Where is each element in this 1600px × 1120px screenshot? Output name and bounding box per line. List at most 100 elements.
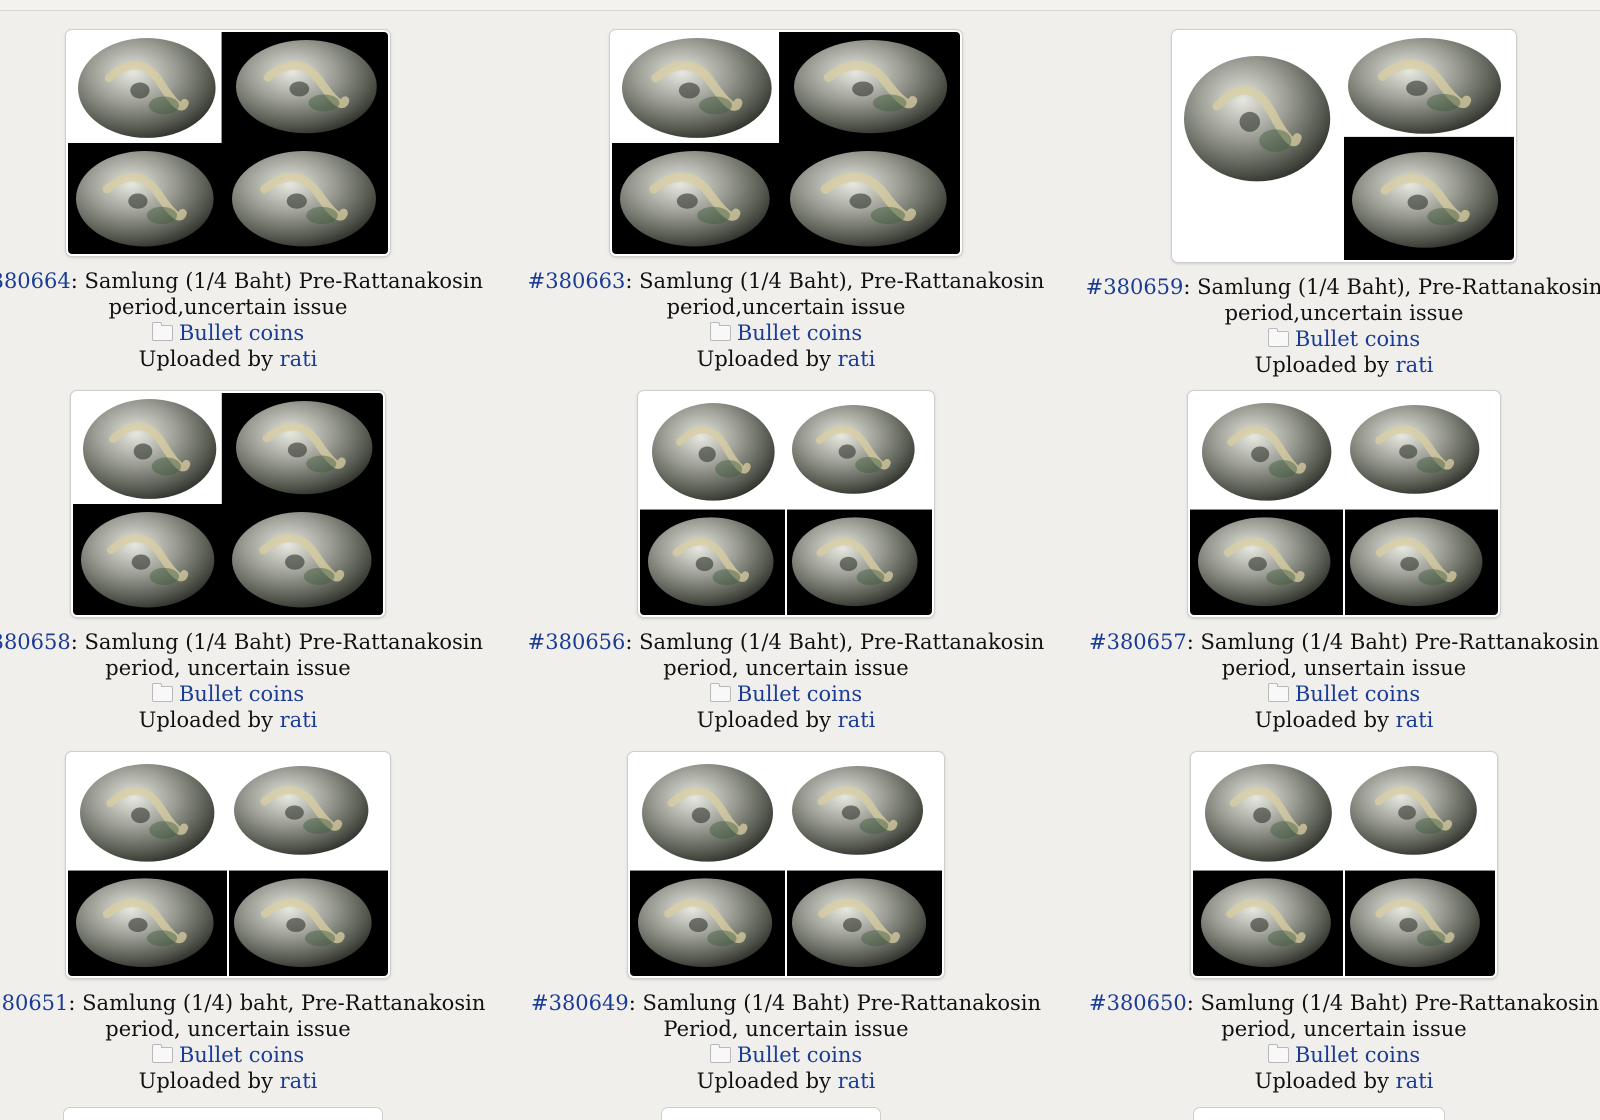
uploader-link[interactable]: rati: [1396, 708, 1434, 732]
folder-icon: [151, 322, 173, 341]
coin-patina: [1267, 930, 1297, 947]
uploader-link[interactable]: rati: [1396, 353, 1434, 377]
coin-patina: [1270, 821, 1299, 839]
coin-photo: [1190, 393, 1498, 615]
item-id-link[interactable]: #380658: [0, 630, 71, 654]
album-link[interactable]: Bullet coins: [179, 1043, 304, 1067]
thumbnail-grid: #380664: Samlung (1/4 Baht) Pre-Rattanak…: [0, 0, 1600, 1120]
thumbnail-link[interactable]: [66, 752, 390, 978]
coin-punch: [1239, 111, 1261, 132]
item-id-link[interactable]: #380651: [0, 991, 68, 1015]
coin-patina: [306, 455, 337, 473]
thumbnail-link[interactable]: [71, 391, 385, 617]
uploader-row: Uploaded by rati: [1084, 1068, 1600, 1094]
folder-icon: [151, 1044, 173, 1063]
uploader-row: Uploaded by rati: [1084, 352, 1600, 378]
caption-separator: :: [1186, 630, 1201, 654]
item-id-link[interactable]: #380656: [528, 630, 626, 654]
uploaded-by-label: Uploaded by: [696, 708, 831, 732]
album-link[interactable]: Bullet coins: [1295, 1043, 1420, 1067]
item-caption: #380663: Samlung (1/4 Baht), Pre-Rattana…: [526, 268, 1046, 320]
item-caption: #380658: Samlung (1/4 Baht) Pre-Rattanak…: [0, 629, 488, 681]
next-row-thumbnail[interactable]: [64, 1108, 382, 1120]
coin-patina: [709, 821, 739, 839]
uploader-link[interactable]: rati: [838, 347, 876, 371]
album-row: Bullet coins: [526, 681, 1046, 707]
coin-photo: [612, 32, 960, 254]
coin-punch: [1407, 194, 1429, 210]
gallery-item: #380658: Samlung (1/4 Baht) Pre-Rattanak…: [0, 391, 488, 733]
coin-patina: [1268, 460, 1298, 478]
item-id-link[interactable]: #380659: [1086, 275, 1184, 299]
gallery-item: #380656: Samlung (1/4 Baht), Pre-Rattana…: [526, 391, 1046, 733]
thumbnail-link[interactable]: [610, 30, 962, 256]
coin-punch: [688, 917, 708, 933]
coin-punch: [691, 807, 711, 824]
album-row: Bullet coins: [526, 1042, 1046, 1068]
album-link[interactable]: Bullet coins: [737, 321, 862, 345]
coin-punch: [695, 556, 714, 572]
thumbnail-link[interactable]: [66, 30, 390, 256]
item-title: Samlung (1/4 Baht), Pre-Rattanakosin per…: [1197, 275, 1600, 325]
coin-punch: [1250, 917, 1269, 933]
thumbnail-link[interactable]: [628, 752, 944, 978]
coin-photo: [73, 393, 383, 615]
folder-icon: [1267, 328, 1289, 347]
thumbnail-link[interactable]: [1188, 391, 1500, 617]
thumbnail-link[interactable]: [638, 391, 934, 617]
item-id-link[interactable]: #380664: [0, 269, 71, 293]
item-caption: #380649: Samlung (1/4 Baht) Pre-Rattanak…: [526, 990, 1046, 1042]
coin-punch: [841, 805, 861, 820]
coin-punch: [130, 82, 150, 99]
coin-patina: [146, 206, 178, 225]
uploader-link[interactable]: rati: [838, 1069, 876, 1093]
caption-separator: :: [70, 630, 85, 654]
coin-punch: [128, 917, 148, 933]
coin-punch: [1398, 805, 1416, 820]
album-link[interactable]: Bullet coins: [737, 1043, 862, 1067]
coin-patina: [303, 567, 335, 586]
coin-patina: [304, 930, 336, 947]
next-row-thumbnail[interactable]: [1194, 1108, 1444, 1120]
album-link[interactable]: Bullet coins: [737, 682, 862, 706]
coin-photo: [68, 32, 388, 254]
caption-separator: :: [625, 269, 640, 293]
coin-patina: [303, 817, 333, 834]
coin-patina: [855, 456, 883, 473]
uploader-link[interactable]: rati: [280, 347, 318, 371]
uploader-row: Uploaded by rati: [0, 346, 488, 372]
item-id-link[interactable]: #380657: [1089, 630, 1187, 654]
coin-photo: [640, 393, 932, 615]
folder-icon: [1267, 1044, 1289, 1063]
uploaded-by-label: Uploaded by: [138, 347, 273, 371]
album-row: Bullet coins: [1084, 1042, 1600, 1068]
next-row-thumbnail[interactable]: [662, 1108, 880, 1120]
coin-punch: [133, 443, 153, 460]
uploader-row: Uploaded by rati: [0, 1068, 488, 1094]
item-caption: #380650: Samlung (1/4 Baht) Pre-Rattanak…: [1084, 990, 1600, 1042]
uploader-link[interactable]: rati: [1396, 1069, 1434, 1093]
coin-punch: [1251, 446, 1270, 463]
uploader-row: Uploaded by rati: [526, 1068, 1046, 1094]
coin-punch: [849, 193, 872, 209]
coin-patina: [1416, 930, 1446, 947]
coin-punch: [1399, 917, 1418, 933]
gallery-item: #380649: Samlung (1/4 Baht) Pre-Rattanak…: [526, 752, 1046, 1094]
item-id-link[interactable]: #380649: [531, 991, 629, 1015]
item-id-link[interactable]: #380650: [1089, 991, 1187, 1015]
item-id-link[interactable]: #380663: [528, 269, 626, 293]
album-link[interactable]: Bullet coins: [1295, 682, 1420, 706]
gallery-item: #380663: Samlung (1/4 Baht), Pre-Rattana…: [526, 30, 1046, 372]
item-caption: #380651: Samlung (1/4) baht, Pre-Rattana…: [0, 990, 488, 1042]
thumbnail-link[interactable]: [1172, 30, 1516, 262]
uploader-link[interactable]: rati: [280, 1069, 318, 1093]
thumbnail-link[interactable]: [1191, 752, 1497, 978]
uploader-link[interactable]: rati: [280, 708, 318, 732]
album-link[interactable]: Bullet coins: [1295, 327, 1420, 351]
album-link[interactable]: Bullet coins: [179, 682, 304, 706]
album-link[interactable]: Bullet coins: [179, 321, 304, 345]
uploader-link[interactable]: rati: [838, 708, 876, 732]
item-title: Samlung (1/4 Baht) Pre-Rattanakosin peri…: [1200, 630, 1600, 680]
coin-punch: [128, 193, 148, 209]
coin-patina: [712, 569, 741, 586]
